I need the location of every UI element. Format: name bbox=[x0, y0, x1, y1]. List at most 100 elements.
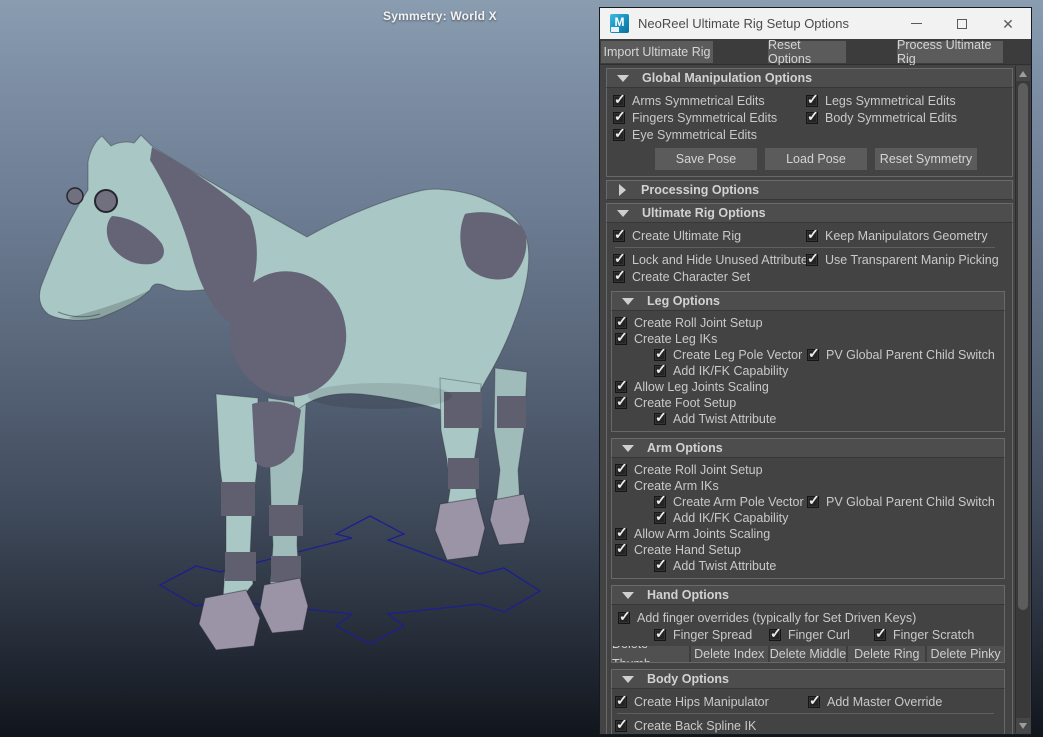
delete-pinky-button[interactable]: Delete Pinky bbox=[927, 646, 1004, 662]
checkbox-create-ultimate-rig[interactable] bbox=[613, 226, 626, 243]
checkbox-label: PV Global Parent Child Switch bbox=[826, 348, 995, 362]
checkbox-arm-ikfk[interactable] bbox=[654, 508, 667, 525]
import-ultimate-rig-button[interactable]: Import Ultimate Rig bbox=[601, 41, 713, 63]
section-global-header[interactable]: Global Manipulation Options bbox=[606, 68, 1013, 88]
horse-far-eye bbox=[66, 187, 84, 205]
checkbox-label: Create Roll Joint Setup bbox=[634, 316, 763, 330]
save-pose-button[interactable]: Save Pose bbox=[655, 148, 757, 170]
checkbox-label: Fingers Symmetrical Edits bbox=[632, 110, 778, 125]
checkbox-leg-pole-vector[interactable] bbox=[654, 345, 667, 362]
symmetry-status-label: Symmetry: World X bbox=[383, 9, 497, 23]
delete-ring-button[interactable]: Delete Ring bbox=[848, 646, 926, 662]
section-arm-header[interactable]: Arm Options bbox=[611, 438, 1005, 458]
maximize-button[interactable] bbox=[939, 8, 985, 39]
section-body-header[interactable]: Body Options bbox=[611, 669, 1005, 689]
reset-options-button[interactable]: Reset Options bbox=[768, 38, 846, 66]
scroll-down-button[interactable] bbox=[1016, 718, 1030, 733]
checkbox-leg-iks[interactable] bbox=[615, 329, 628, 346]
checkbox-label: Add IK/FK Capability bbox=[673, 364, 789, 378]
checkbox-label: Create Roll Joint Setup bbox=[634, 463, 763, 477]
checkbox-label: Create Leg Pole Vector bbox=[673, 348, 803, 362]
delete-middle-button[interactable]: Delete Middle bbox=[769, 646, 847, 662]
delete-thumb-button[interactable]: Delete Thumb bbox=[612, 646, 689, 662]
checkbox-label: Add finger overrides (typically for Set … bbox=[637, 610, 917, 625]
window-title: NeoReel Ultimate Rig Setup Options bbox=[638, 16, 849, 31]
maximize-icon bbox=[957, 18, 967, 29]
checkbox-lock-hide-attrs[interactable] bbox=[613, 250, 626, 267]
checkbox-transparent-manip[interactable] bbox=[806, 250, 819, 267]
collapse-triangle-icon bbox=[622, 444, 634, 452]
arrow-down-icon bbox=[1019, 722, 1027, 729]
checkbox-label: Create Arm IKs bbox=[634, 479, 719, 493]
section-arm-options: Arm Options Create Roll Joint Setup Crea… bbox=[611, 438, 1005, 579]
delete-index-button[interactable]: Delete Index bbox=[690, 646, 768, 662]
checkbox-foot-setup[interactable] bbox=[615, 393, 628, 410]
checkbox-eye-symmetrical[interactable] bbox=[613, 125, 626, 142]
process-ultimate-rig-button[interactable]: Process Ultimate Rig bbox=[897, 38, 1003, 66]
scroll-up-button[interactable] bbox=[1016, 66, 1030, 81]
checkbox-arms-symmetrical[interactable] bbox=[613, 91, 626, 108]
checkbox-finger-curl[interactable] bbox=[769, 625, 782, 642]
checkbox-arm-pole-vector[interactable] bbox=[654, 492, 667, 509]
checkbox-hips-manipulator[interactable] bbox=[615, 692, 628, 709]
checkbox-label: Finger Curl bbox=[788, 627, 850, 642]
checkbox-label: Eye Symmetrical Edits bbox=[632, 127, 758, 142]
collapse-triangle-icon bbox=[622, 591, 634, 599]
checkbox-arm-twist[interactable] bbox=[654, 556, 667, 573]
load-pose-button[interactable]: Load Pose bbox=[765, 148, 867, 170]
scrollbar-thumb[interactable] bbox=[1018, 83, 1028, 610]
close-button[interactable]: ✕ bbox=[985, 8, 1031, 39]
section-hand-header[interactable]: Hand Options bbox=[611, 585, 1005, 605]
section-title: Processing Options bbox=[641, 183, 760, 197]
section-processing-header[interactable]: Processing Options bbox=[606, 180, 1013, 200]
checkbox-label: Create Arm Pole Vector bbox=[673, 495, 804, 509]
minimize-button[interactable] bbox=[893, 8, 939, 39]
checkbox-label: Add Master Override bbox=[827, 694, 943, 709]
expand-triangle-icon bbox=[619, 184, 626, 196]
checkbox-arm-iks[interactable] bbox=[615, 476, 628, 493]
checkbox-leg-joints-scaling[interactable] bbox=[615, 377, 628, 394]
section-leg-header[interactable]: Leg Options bbox=[611, 291, 1005, 311]
section-hand-options: Hand Options Add finger overrides (typic… bbox=[611, 585, 1005, 663]
section-title: Arm Options bbox=[647, 441, 723, 455]
checkbox-label: Create Hips Manipulator bbox=[634, 694, 769, 709]
action-toolbar: Import Ultimate Rig Reset Options Proces… bbox=[600, 38, 1031, 66]
section-global-manipulation: Global Manipulation Options Arms Symmetr… bbox=[606, 68, 1013, 177]
checkbox-arm-pv-switch[interactable] bbox=[807, 492, 820, 509]
titlebar[interactable]: M NeoReel Ultimate Rig Setup Options ✕ bbox=[600, 8, 1031, 39]
collapse-triangle-icon bbox=[622, 297, 634, 305]
section-leg-options: Leg Options Create Roll Joint Setup Crea… bbox=[611, 291, 1005, 432]
checkbox-label: Use Transparent Manip Picking bbox=[825, 252, 999, 267]
checkbox-back-spline-ik[interactable] bbox=[615, 716, 628, 733]
checkbox-label: Create Character Set bbox=[632, 269, 751, 284]
checkbox-label: Legs Symmetrical Edits bbox=[825, 93, 956, 108]
checkbox-label: Allow Leg Joints Scaling bbox=[634, 380, 769, 394]
checkbox-arm-roll-joint[interactable] bbox=[615, 460, 628, 477]
checkbox-leg-twist[interactable] bbox=[654, 409, 667, 426]
collapse-triangle-icon bbox=[617, 74, 629, 82]
maya-logo-icon: M bbox=[610, 14, 629, 33]
checkbox-fingers-symmetrical[interactable] bbox=[613, 108, 626, 125]
scrollbar[interactable] bbox=[1015, 66, 1030, 733]
section-ultimate-header[interactable]: Ultimate Rig Options bbox=[606, 203, 1013, 223]
checkbox-character-set[interactable] bbox=[613, 267, 626, 284]
checkbox-master-override[interactable] bbox=[808, 692, 821, 709]
section-title: Leg Options bbox=[647, 294, 720, 308]
checkbox-leg-ikfk[interactable] bbox=[654, 361, 667, 378]
checkbox-body-symmetrical[interactable] bbox=[806, 108, 819, 125]
checkbox-legs-symmetrical[interactable] bbox=[806, 91, 819, 108]
checkbox-keep-manipulators[interactable] bbox=[806, 226, 819, 243]
checkbox-label: Add Twist Attribute bbox=[673, 412, 777, 426]
checkbox-finger-scratch[interactable] bbox=[874, 625, 887, 642]
section-title: Hand Options bbox=[647, 588, 729, 602]
rig-setup-dialog: M NeoReel Ultimate Rig Setup Options ✕ I… bbox=[600, 8, 1031, 734]
checkbox-leg-roll-joint[interactable] bbox=[615, 313, 628, 330]
checkbox-hand-setup[interactable] bbox=[615, 540, 628, 557]
section-ultimate-rig: Ultimate Rig Options Create Ultimate Rig… bbox=[606, 203, 1013, 734]
checkbox-finger-overrides[interactable] bbox=[618, 608, 631, 625]
checkbox-leg-pv-switch[interactable] bbox=[807, 345, 820, 362]
horse-eye bbox=[94, 189, 118, 213]
checkbox-arm-joints-scaling[interactable] bbox=[615, 524, 628, 541]
checkbox-finger-spread[interactable] bbox=[654, 625, 667, 642]
reset-symmetry-button[interactable]: Reset Symmetry bbox=[875, 148, 977, 170]
